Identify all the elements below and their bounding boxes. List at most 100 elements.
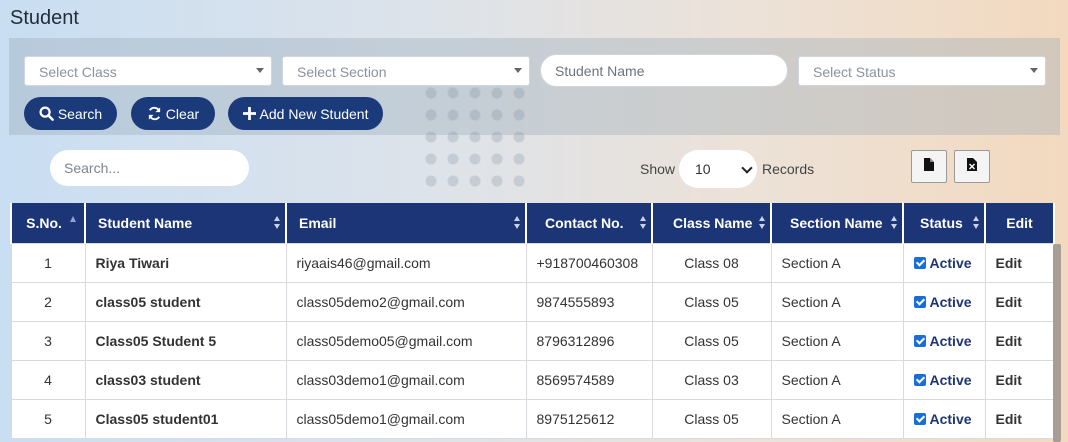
status-header[interactable]: Status [902, 203, 986, 243]
search-icon [39, 106, 54, 121]
add-new-student-label: Add New Student [259, 105, 369, 122]
section-cell: Section A [770, 398, 904, 439]
email-cell: class05demo2@gmail.com [285, 281, 527, 322]
edit-link[interactable]: Edit [984, 320, 1055, 361]
checkbox-checked-icon[interactable] [913, 295, 926, 308]
sort-icon [759, 216, 765, 230]
sno-cell: 3 [10, 320, 86, 361]
contact-cell: 8569574589 [525, 359, 653, 400]
edit-link[interactable]: Edit [984, 242, 1055, 283]
status-cell[interactable]: Active [902, 281, 986, 322]
show-label: Show [640, 161, 676, 177]
sno-cell: 5 [10, 398, 86, 439]
sno-header[interactable]: S.No. [10, 203, 86, 243]
email-cell: class05demo05@gmail.com [285, 320, 527, 361]
excel-icon [967, 157, 977, 176]
page-size-value: 10 [695, 161, 711, 177]
table-row: 4 class03 student class03demo1@gmail.com… [10, 359, 1055, 400]
student-name-cell[interactable]: Class05 Student 5 [84, 320, 287, 361]
file-icon [924, 157, 934, 176]
class-cell: Class 05 [651, 320, 772, 361]
page-title: Student [10, 7, 79, 29]
table-search-input[interactable]: Search... [50, 150, 249, 186]
add-new-student-button[interactable]: Add New Student [228, 97, 383, 130]
plus-icon [242, 107, 256, 120]
section-cell: Section A [770, 242, 904, 283]
search-button-label: Search [57, 105, 103, 122]
clear-button-label: Clear [165, 105, 200, 122]
table-row: 3 Class05 Student 5 class05demo05@gmail.… [10, 320, 1055, 361]
email-cell: class05demo1@gmail.com [285, 398, 527, 439]
scrollbar[interactable] [1053, 244, 1061, 442]
sort-icon [274, 216, 280, 230]
student-name-cell[interactable]: class05 student [84, 281, 287, 322]
email-cell: class03demo1@gmail.com [285, 359, 527, 400]
email-header[interactable]: Email [285, 203, 527, 243]
status-select[interactable]: Select Status [798, 56, 1046, 86]
sort-icon [891, 216, 897, 230]
contact-cell: 8975125612 [525, 398, 653, 439]
status-cell[interactable]: Active [902, 242, 986, 283]
clear-button[interactable]: Clear [131, 97, 215, 130]
status-text: Active [929, 293, 972, 310]
search-button[interactable]: Search [24, 97, 117, 130]
edit-link[interactable]: Edit [984, 281, 1055, 322]
class-name-header[interactable]: Class Name [651, 203, 772, 243]
table-row: 2 class05 student class05demo2@gmail.com… [10, 281, 1055, 322]
checkbox-checked-icon[interactable] [913, 412, 926, 425]
contact-cell: 9874555893 [525, 281, 653, 322]
refresh-icon [147, 106, 162, 121]
export-file-button[interactable] [911, 150, 947, 183]
caret-down-icon [514, 68, 522, 73]
status-text: Active [929, 410, 972, 427]
email-cell: riyaais46@gmail.com [285, 242, 527, 283]
section-select[interactable]: Select Section [282, 56, 530, 86]
export-excel-button[interactable] [954, 150, 990, 183]
student-name-cell[interactable]: class03 student [84, 359, 287, 400]
checkbox-checked-icon[interactable] [913, 256, 926, 269]
student-name-input[interactable]: Student Name [540, 54, 788, 87]
table-search-placeholder: Search... [64, 160, 121, 176]
status-cell[interactable]: Active [902, 320, 986, 361]
table-row: 1 Riya Tiwari riyaais46@gmail.com +91870… [10, 242, 1055, 283]
class-cell: Class 05 [651, 398, 772, 439]
student-table: S.No. Student Name Email Contact No. Cla… [10, 203, 1055, 439]
sort-icon [973, 216, 979, 230]
student-name-cell[interactable]: Riya Tiwari [84, 242, 287, 283]
edit-link[interactable]: Edit [984, 398, 1055, 439]
records-label: Records [762, 161, 815, 177]
contact-cell: +918700460308 [525, 242, 653, 283]
student-name-header[interactable]: Student Name [84, 203, 287, 243]
section-cell: Section A [770, 281, 904, 322]
chevron-down-icon [741, 162, 753, 174]
class-cell: Class 08 [651, 242, 772, 283]
class-cell: Class 05 [651, 281, 772, 322]
student-name-cell[interactable]: Class05 student01 [84, 398, 287, 439]
class-cell: Class 03 [651, 359, 772, 400]
student-name-placeholder: Student Name [555, 63, 645, 79]
sort-asc-icon [70, 216, 76, 222]
sno-cell: 1 [10, 242, 86, 283]
sno-cell: 4 [10, 359, 86, 400]
background-dots [420, 82, 530, 192]
checkbox-checked-icon[interactable] [913, 373, 926, 386]
status-cell[interactable]: Active [902, 398, 986, 439]
edit-link[interactable]: Edit [984, 359, 1055, 400]
sort-icon [514, 216, 520, 230]
status-cell[interactable]: Active [902, 359, 986, 400]
status-text: Active [929, 371, 972, 388]
contact-header[interactable]: Contact No. [525, 203, 653, 243]
page-size-select[interactable]: 10 [679, 150, 757, 188]
class-select[interactable]: Select Class [24, 56, 272, 86]
caret-down-icon [256, 68, 264, 73]
status-select-placeholder: Select Status [813, 64, 896, 80]
table-header-row: S.No. Student Name Email Contact No. Cla… [10, 203, 1055, 243]
section-cell: Section A [770, 359, 904, 400]
caret-down-icon [1030, 68, 1038, 73]
checkbox-checked-icon[interactable] [913, 334, 926, 347]
status-text: Active [929, 254, 972, 271]
section-name-header[interactable]: Section Name [770, 203, 904, 243]
edit-header: Edit [984, 203, 1055, 243]
class-select-placeholder: Select Class [39, 64, 117, 80]
status-text: Active [929, 332, 972, 349]
